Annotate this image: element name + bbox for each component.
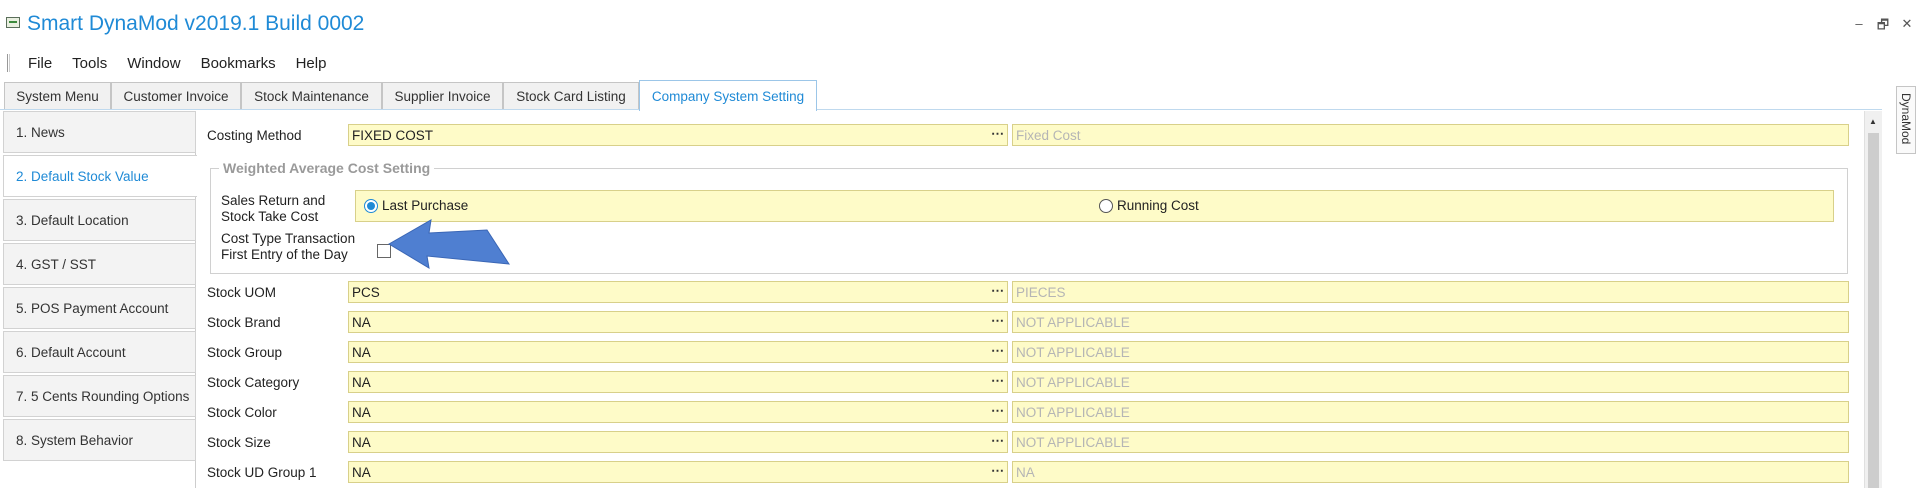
stock-brand-description: NOT APPLICABLE	[1012, 311, 1849, 333]
stock-size-value: NA	[352, 434, 371, 450]
tab-divider	[0, 109, 1882, 110]
last-purchase-radio[interactable]	[364, 199, 378, 213]
stock-uom-field[interactable]: PCS ⋯	[348, 281, 1008, 303]
stock-ud-group-1-field[interactable]: NA ⋯	[348, 461, 1008, 483]
stock-brand-label: Stock Brand	[207, 315, 281, 330]
stock-color-description: NOT APPLICABLE	[1012, 401, 1849, 423]
nav-item-default-stock-value[interactable]: 2. Default Stock Value	[3, 155, 197, 197]
vertical-scrollbar[interactable]: ▲	[1864, 111, 1882, 488]
tab-company-system-setting[interactable]: Company System Setting	[639, 80, 817, 111]
cost-type-label-line1: Cost Type Transaction	[221, 231, 356, 246]
stock-group-description: NOT APPLICABLE	[1012, 341, 1849, 363]
stock-group-label: Stock Group	[207, 345, 283, 360]
nav-item-system-behavior[interactable]: 8. System Behavior	[3, 419, 196, 461]
menu-bar: File Tools Window Bookmarks Help	[0, 51, 336, 75]
close-icon[interactable]: ✕	[1900, 16, 1914, 38]
lookup-icon[interactable]: ⋯	[991, 283, 1004, 299]
nav-item-gst-sst[interactable]: 4. GST / SST	[3, 243, 196, 285]
nav-item-news[interactable]: 1. News	[3, 111, 196, 153]
tab-system-menu[interactable]: System Menu	[4, 82, 111, 110]
stock-ud-group-1-description: NA	[1012, 461, 1849, 483]
lookup-icon[interactable]: ⋯	[991, 373, 1004, 389]
window-controls: – 🗗 ✕	[1852, 16, 1914, 38]
tab-customer-invoice[interactable]: Customer Invoice	[111, 82, 241, 110]
title-bar: Smart DynaMod v2019.1 Build 0002 – 🗗 ✕	[0, 0, 1920, 50]
costing-method-value: FIXED COST	[352, 127, 434, 143]
scroll-up-icon[interactable]: ▲	[1869, 117, 1877, 126]
weighted-average-title: Weighted Average Cost Setting	[219, 160, 435, 176]
menu-help[interactable]: Help	[286, 55, 337, 72]
settings-content: Costing Method FIXED COST ⋯ Fixed Cost W…	[197, 111, 1864, 488]
lookup-icon[interactable]: ⋯	[991, 433, 1004, 449]
minimize-icon[interactable]: –	[1852, 16, 1866, 38]
running-cost-radio[interactable]	[1099, 199, 1113, 213]
stock-category-field[interactable]: NA ⋯	[348, 371, 1008, 393]
tab-supplier-invoice[interactable]: Supplier Invoice	[382, 82, 503, 110]
costing-method-field[interactable]: FIXED COST ⋯	[348, 124, 1008, 146]
lookup-icon[interactable]: ⋯	[991, 313, 1004, 329]
stock-uom-value: PCS	[352, 284, 380, 300]
stock-size-label: Stock Size	[207, 435, 271, 450]
stock-brand-field[interactable]: NA ⋯	[348, 311, 1008, 333]
lookup-icon[interactable]: ⋯	[991, 403, 1004, 419]
lookup-icon[interactable]: ⋯	[991, 463, 1004, 479]
dynamod-side-panel[interactable]: DynaMod	[1896, 86, 1916, 154]
lookup-icon[interactable]: ⋯	[991, 343, 1004, 359]
tab-stock-maintenance[interactable]: Stock Maintenance	[241, 82, 382, 110]
stock-group-field[interactable]: NA ⋯	[348, 341, 1008, 363]
costing-method-label: Costing Method	[207, 128, 302, 143]
sales-return-label-line2: Stock Take Cost	[221, 209, 319, 224]
annotation-arrow-icon	[388, 219, 510, 269]
lookup-icon[interactable]: ⋯	[991, 126, 1004, 142]
document-tabs: System Menu Customer Invoice Stock Maint…	[0, 80, 1920, 111]
nav-item-rounding-options[interactable]: 7. 5 Cents Rounding Options	[3, 375, 196, 417]
stock-size-field[interactable]: NA ⋯	[348, 431, 1008, 453]
running-cost-label[interactable]: Running Cost	[1117, 198, 1199, 213]
sales-return-cost-options: Last Purchase Running Cost	[355, 190, 1834, 222]
menu-bookmarks[interactable]: Bookmarks	[191, 55, 286, 72]
stock-size-description: NOT APPLICABLE	[1012, 431, 1849, 453]
stock-ud-group-1-label: Stock UD Group 1	[207, 465, 317, 480]
nav-item-default-account[interactable]: 6. Default Account	[3, 331, 196, 373]
last-purchase-label[interactable]: Last Purchase	[382, 198, 468, 213]
nav-item-pos-payment-account[interactable]: 5. POS Payment Account	[3, 287, 196, 329]
settings-nav: 1. News 2. Default Stock Value 3. Defaul…	[3, 111, 197, 488]
stock-color-label: Stock Color	[207, 405, 277, 420]
arrow-shape	[388, 219, 510, 269]
menu-file[interactable]: File	[18, 55, 62, 72]
stock-uom-label: Stock UOM	[207, 285, 277, 300]
sales-return-label-line1: Sales Return and	[221, 193, 326, 208]
scroll-thumb[interactable]	[1868, 133, 1879, 488]
window-title: Smart DynaMod v2019.1 Build 0002	[27, 12, 365, 35]
stock-category-label: Stock Category	[207, 375, 300, 390]
app-icon	[6, 17, 20, 28]
stock-category-description: NOT APPLICABLE	[1012, 371, 1849, 393]
side-panel-label: DynaMod	[1899, 93, 1913, 145]
stock-brand-value: NA	[352, 314, 371, 330]
restore-icon[interactable]: 🗗	[1876, 16, 1890, 38]
menu-grip[interactable]	[7, 54, 10, 72]
stock-color-value: NA	[352, 404, 371, 420]
stock-color-field[interactable]: NA ⋯	[348, 401, 1008, 423]
stock-uom-description: PIECES	[1012, 281, 1849, 303]
nav-item-default-location[interactable]: 3. Default Location	[3, 199, 196, 241]
cost-type-label-line2: First Entry of the Day	[221, 247, 348, 262]
menu-window[interactable]: Window	[117, 55, 190, 72]
costing-method-description: Fixed Cost	[1012, 124, 1849, 146]
stock-category-value: NA	[352, 374, 371, 390]
stock-group-value: NA	[352, 344, 371, 360]
stock-ud-group-1-value: NA	[352, 464, 371, 480]
tab-stock-card-listing[interactable]: Stock Card Listing	[503, 82, 639, 110]
menu-tools[interactable]: Tools	[62, 55, 117, 72]
